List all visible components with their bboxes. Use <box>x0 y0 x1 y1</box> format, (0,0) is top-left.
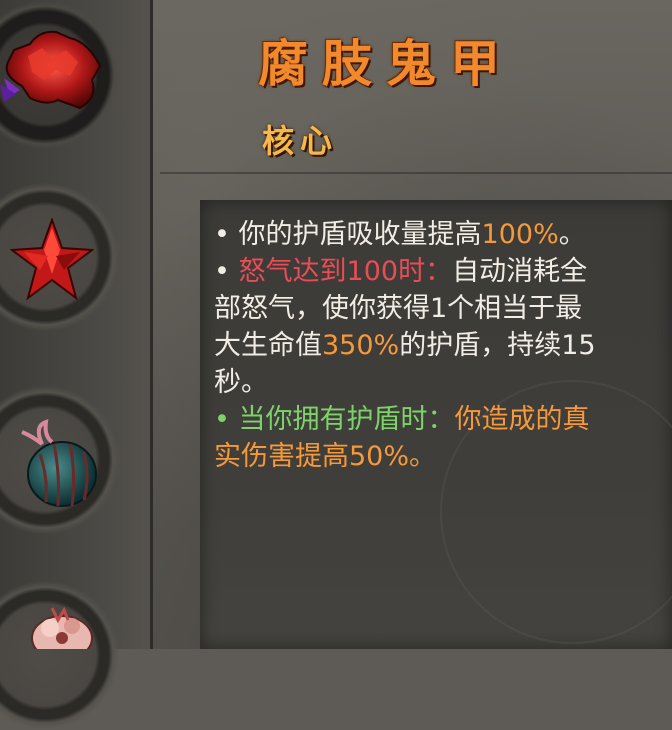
crimson-flesh-armor-icon[interactable] <box>0 20 110 124</box>
skill-description: • 你的护盾吸收量提高100%。 • 怒气达到100时：自动消耗全 部怒气，使你… <box>214 216 670 475</box>
line2-text-d: 秒。 <box>214 367 268 398</box>
title-divider <box>160 172 672 174</box>
description-line-2: • 怒气达到100时：自动消耗全 <box>214 253 670 290</box>
description-line-2c: 大生命值350%的护盾，持续15 <box>214 327 670 364</box>
skill-category: 核心 <box>262 122 339 160</box>
striped-seed-pod-icon[interactable] <box>18 418 102 512</box>
bullet-icon: • <box>214 256 230 287</box>
red-crystal-star-icon[interactable] <box>9 217 95 306</box>
skill-title: 腐肢鬼甲 <box>258 34 514 93</box>
bullet-icon: • <box>214 219 230 250</box>
line1-text: 你的护盾吸收量提高 <box>238 219 482 250</box>
line2-text-b: 部怒气，使你获得1个相当于最 <box>214 293 583 324</box>
skill-tooltip-screen: 腐肢鬼甲 核心 • 你的护盾吸收量提高100%。 • 怒气达到100时：自动消耗… <box>0 0 672 730</box>
line2-text-c-pre: 大生命值 <box>214 330 322 361</box>
line3-text-a: 你造成的真 <box>454 404 590 435</box>
description-line-3b: 实伤害提高50%。 <box>214 438 670 475</box>
line1-end: 。 <box>558 219 586 250</box>
flesh-lump-icon[interactable] <box>22 604 102 661</box>
line2-text-a: 自动消耗全 <box>452 256 588 287</box>
rail-divider <box>150 0 153 649</box>
rage-condition: 怒气达到100时： <box>238 256 453 287</box>
description-line-2b: 部怒气，使你获得1个相当于最 <box>214 290 670 327</box>
description-line-2d: 秒。 <box>214 364 670 401</box>
line3-text-b: 实伤害提高50%。 <box>214 441 437 472</box>
line2-text-c-post: 的护盾，持续15 <box>399 330 596 361</box>
description-line-3: • 当你拥有护盾时：你造成的真 <box>214 401 670 438</box>
shield-absorb-value: 100% <box>481 219 559 250</box>
shield-condition: 当你拥有护盾时： <box>238 404 455 435</box>
max-life-percent-value: 350% <box>322 330 400 361</box>
description-line-1: • 你的护盾吸收量提高100%。 <box>214 216 670 253</box>
bullet-icon: • <box>214 404 230 435</box>
